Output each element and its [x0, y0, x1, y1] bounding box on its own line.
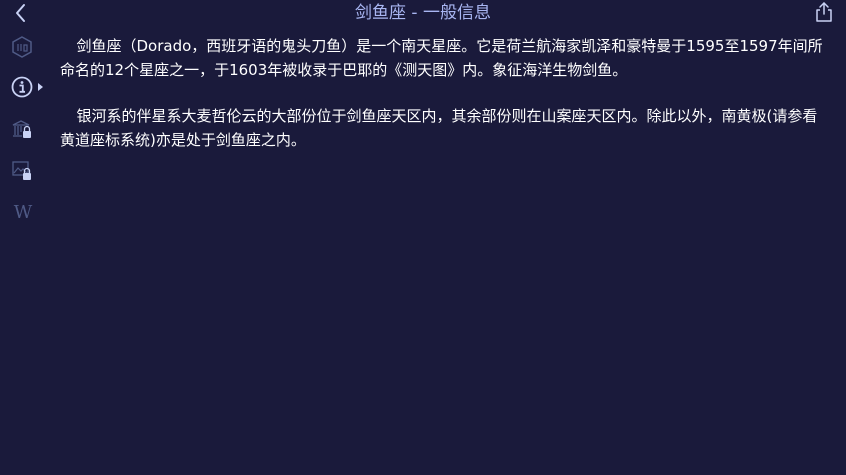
app-window: 剑鱼座 - 一般信息 W 剑鱼座（Dorado，西班牙语的鬼头刀鱼）是一个南天星…	[0, 0, 846, 475]
constellation-icon	[12, 36, 32, 58]
wikipedia-icon[interactable]: W	[11, 202, 35, 223]
sidebar: W	[0, 30, 50, 475]
info-paragraph: 银河系的伴星系大麦哲伦云的大部份位于剑鱼座天区内，其余部份则在山案座天区内。除此…	[60, 107, 818, 149]
sidebar-item-constellation[interactable]	[10, 35, 34, 59]
page-title: 剑鱼座 - 一般信息	[355, 3, 491, 23]
locked-temple-icon	[12, 120, 31, 138]
share-button[interactable]	[814, 1, 834, 23]
top-bar: 剑鱼座 - 一般信息	[0, 0, 846, 26]
share-icon	[816, 2, 832, 22]
locked-image-icon	[12, 161, 31, 180]
sidebar-item-general-info[interactable]	[10, 75, 34, 99]
info-icon	[11, 76, 33, 98]
sidebar-item-gallery[interactable]	[10, 159, 34, 183]
sidebar-item-mythology[interactable]	[10, 118, 34, 142]
info-paragraph: 剑鱼座（Dorado，西班牙语的鬼头刀鱼）是一个南天星座。它是荷兰航海家凯泽和豪…	[60, 37, 823, 79]
info-content: 剑鱼座（Dorado，西班牙语的鬼头刀鱼）是一个南天星座。它是荷兰航海家凯泽和豪…	[60, 34, 832, 174]
active-indicator-icon	[38, 83, 43, 91]
